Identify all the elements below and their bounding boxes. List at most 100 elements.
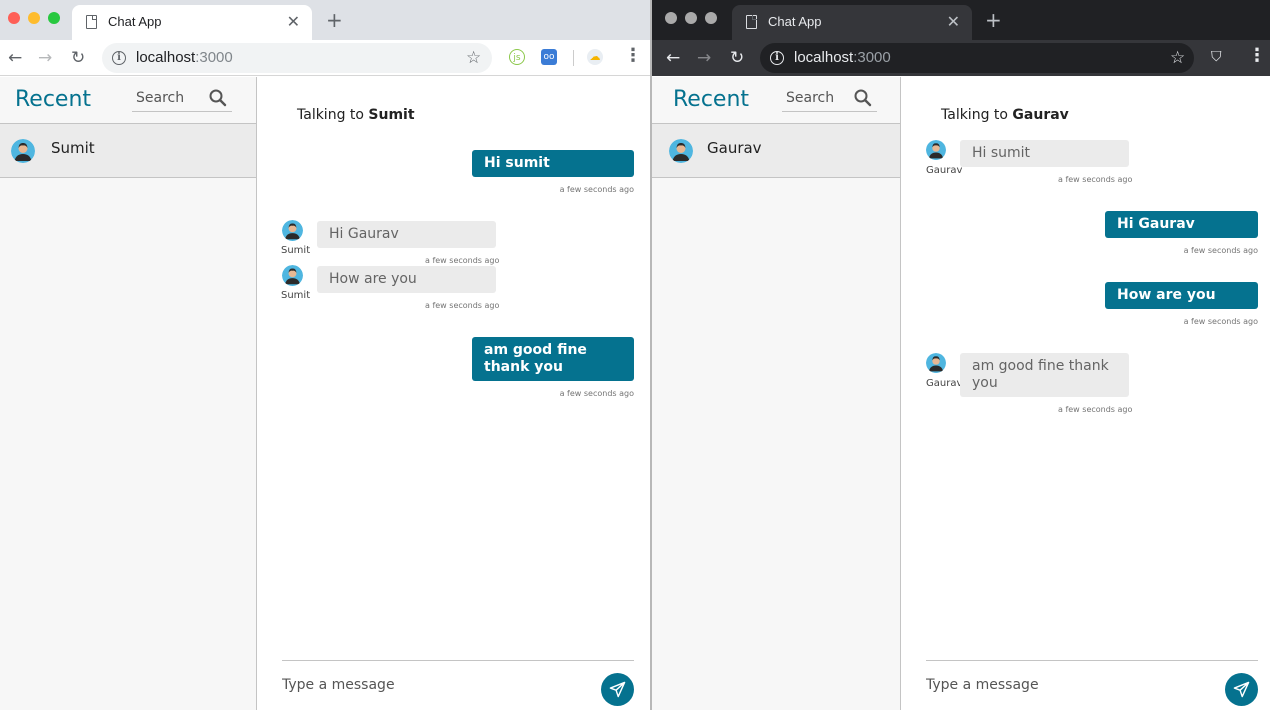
maximize-window-button[interactable] [48,12,60,24]
bookmark-star-icon[interactable]: ☆ [466,48,481,68]
new-tab-icon[interactable]: + [985,8,1002,32]
browser-window-right: Chat App ✕ + ← → ↻ i localhost:3000 ☆ ⛉ … [652,0,1270,710]
conversation-panel: Talking to Sumit Hi sumit a few seconds … [257,77,650,710]
sidebar-header: Recent [652,77,900,122]
avatar [282,265,303,286]
message-timestamp: a few seconds ago [425,256,500,265]
minimize-window-button[interactable] [685,12,697,24]
message-timestamp: a few seconds ago [559,185,634,194]
minimize-window-button[interactable] [28,12,40,24]
recent-title: Recent [15,87,92,112]
maximize-window-button[interactable] [705,12,717,24]
close-window-button[interactable] [665,12,677,24]
profile-icon[interactable]: ☁ [587,49,603,65]
outgoing-message: Hi Gaurav [1105,211,1258,238]
outgoing-message: am good fine thank you [472,337,634,381]
incoming-message: Hi Gaurav [317,221,496,248]
incoming-message: am good fine thank you [960,353,1129,397]
url-text: localhost:3000 [794,49,891,66]
message-timestamp: a few seconds ago [559,389,634,398]
close-window-button[interactable] [8,12,20,24]
site-info-icon[interactable]: i [770,51,784,65]
reload-icon[interactable]: ↻ [730,48,744,68]
back-icon[interactable]: ← [8,48,22,68]
conversation-header: Talking to Sumit [297,107,415,123]
search-icon[interactable] [853,88,873,108]
message-timestamp: a few seconds ago [1058,175,1133,184]
reload-icon[interactable]: ↻ [71,48,85,68]
forward-icon[interactable]: → [38,48,52,68]
incoming-message: Hi sumit [960,140,1129,167]
partner-name: Sumit [368,107,415,123]
new-tab-icon[interactable]: + [326,8,343,32]
bookmark-star-icon[interactable]: ☆ [1170,48,1185,68]
extension-icon[interactable]: oo [541,49,557,65]
partner-name: Gaurav [1012,107,1069,123]
outgoing-message: Hi sumit [472,150,634,177]
send-button[interactable] [601,673,634,706]
send-icon [1233,681,1250,698]
search-box [132,88,232,112]
search-input[interactable] [136,90,202,106]
sidebar-header: Recent [0,77,256,122]
address-bar[interactable]: i localhost:3000 ☆ [760,43,1194,73]
avatar [282,220,303,241]
tab-strip: Chat App ✕ + [0,0,650,40]
message-timestamp: a few seconds ago [1058,405,1133,414]
conversation-header: Talking to Gaurav [941,107,1069,123]
contact-name: Gaurav [707,139,762,157]
forward-icon[interactable]: → [697,48,711,68]
browser-menu-icon[interactable]: ⋮ [1248,46,1266,66]
send-icon [609,681,626,698]
message-timestamp: a few seconds ago [425,301,500,310]
avatar [11,139,35,163]
close-tab-icon[interactable]: ✕ [287,12,300,31]
avatar [926,353,946,373]
avatar [669,139,693,163]
sidebar: Recent Sumit [0,77,257,710]
message-timestamp: a few seconds ago [1183,317,1258,326]
browser-toolbar: ← → ↻ i localhost:3000 ☆ js oo ☁ ⋮ [0,40,650,76]
sender-name: Sumit [281,290,311,301]
search-input[interactable] [786,90,852,106]
message-timestamp: a few seconds ago [1183,246,1258,255]
sidebar: Recent Gaurav [652,77,901,710]
talking-prefix: Talking to [297,107,364,123]
message-composer [926,660,1258,710]
send-button[interactable] [1225,673,1258,706]
contact-name: Sumit [51,139,95,157]
toolbar-separator [573,50,574,66]
talking-prefix: Talking to [941,107,1008,123]
url-text: localhost:3000 [136,49,233,66]
incognito-icon[interactable]: ⛉ [1211,49,1222,65]
tab-title: Chat App [108,14,162,29]
sender-name: Gaurav [926,378,963,389]
close-tab-icon[interactable]: ✕ [947,12,960,31]
message-input[interactable] [282,677,532,693]
conversation-panel: Talking to Gaurav Gaurav Hi sumit a few … [901,77,1270,710]
tab-strip: Chat App ✕ + [652,0,1270,40]
browser-tab[interactable]: Chat App ✕ [72,5,312,40]
site-info-icon[interactable]: i [112,51,126,65]
browser-window-left: Chat App ✕ + ← → ↻ i localhost:3000 ☆ js… [0,0,650,710]
incoming-message: How are you [317,266,496,293]
contact-item[interactable]: Gaurav [652,123,900,178]
back-icon[interactable]: ← [666,48,680,68]
recent-title: Recent [673,87,750,112]
browser-menu-icon[interactable]: ⋮ [624,46,642,66]
chat-app: Recent Sumit Talking to Sumit Hi s [0,77,650,710]
contact-item[interactable]: Sumit [0,123,256,178]
tab-title: Chat App [768,14,822,29]
avatar [926,140,946,160]
chat-app: Recent Gaurav Talking to Gaurav [652,77,1270,710]
browser-toolbar: ← → ↻ i localhost:3000 ☆ ⛉ ⋮ [652,40,1270,76]
sender-name: Sumit [281,245,311,256]
address-bar[interactable]: i localhost:3000 ☆ [102,43,492,73]
browser-tab[interactable]: Chat App ✕ [732,5,972,40]
search-icon[interactable] [208,88,228,108]
sender-name: Gaurav [926,165,963,176]
message-composer [282,660,634,710]
nodejs-extension-icon[interactable]: js [509,49,525,65]
message-input[interactable] [926,677,1176,693]
search-box [782,88,877,112]
